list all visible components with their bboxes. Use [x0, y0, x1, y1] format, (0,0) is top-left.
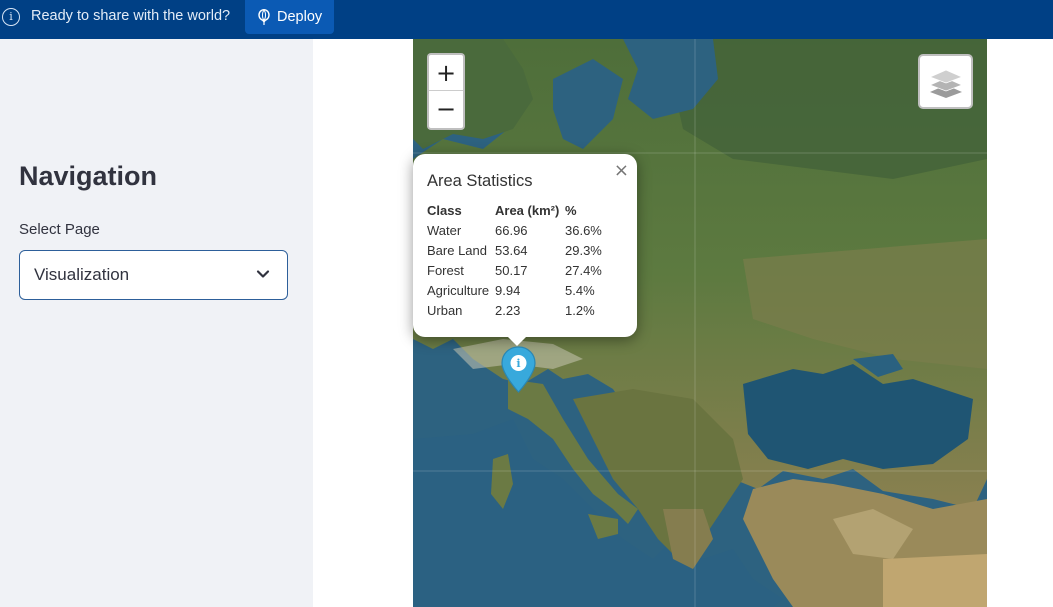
cell-class: Water	[427, 222, 462, 238]
table-row: Water 66.96 36.6%	[427, 220, 602, 240]
deploy-label: Deploy	[277, 9, 323, 25]
banner-message: Ready to share with the world?	[31, 8, 231, 24]
sidebar-title: Navigation	[19, 161, 158, 191]
cell-class: Urban	[427, 302, 463, 318]
header-area: Area (km²)	[495, 202, 560, 218]
cell-percent: 36.6%	[565, 222, 602, 238]
top-banner: i Ready to share with the world? Deploy	[0, 0, 1053, 39]
table-row: Urban 2.23 1.2%	[427, 300, 602, 320]
zoom-out-button[interactable]: −	[429, 91, 463, 127]
popup-close-button[interactable]: ×	[614, 160, 629, 181]
select-page-label: Select Page	[19, 221, 100, 238]
stats-table: Class Area (km²) % Water 66.96 36.6% Bar…	[427, 200, 602, 320]
header-class: Class	[427, 202, 462, 218]
deploy-button[interactable]: Deploy	[245, 0, 334, 34]
info-icon: i	[2, 8, 20, 26]
table-row: Agriculture 9.94 5.4%	[427, 280, 602, 300]
cell-area: 66.96	[495, 222, 528, 238]
balloon-icon	[258, 9, 270, 25]
svg-text:i: i	[516, 357, 520, 370]
cell-area: 53.64	[495, 242, 528, 258]
table-header-row: Class Area (km²) %	[427, 200, 602, 220]
cell-class: Forest	[427, 262, 464, 278]
area-statistics-popup: × Area Statistics Class Area (km²) % Wat…	[413, 154, 637, 337]
cell-area: 9.94	[495, 282, 521, 298]
table-row: Forest 50.17 27.4%	[427, 260, 602, 280]
zoom-in-button[interactable]: +	[429, 55, 463, 91]
popup-title: Area Statistics	[427, 172, 533, 190]
cell-class: Bare Land	[427, 242, 487, 258]
chevron-down-icon	[256, 270, 270, 278]
cell-class: Agriculture	[427, 282, 490, 298]
cell-percent: 27.4%	[565, 262, 602, 278]
zoom-control: + −	[427, 53, 465, 130]
sidebar: Navigation Select Page Visualization	[0, 39, 313, 607]
cell-percent: 29.3%	[565, 242, 602, 258]
info-marker-icon[interactable]: i	[500, 345, 537, 394]
page-select[interactable]: Visualization	[19, 250, 288, 300]
header-percent: %	[565, 202, 577, 218]
cell-percent: 1.2%	[565, 302, 595, 318]
cell-area: 50.17	[495, 262, 528, 278]
table-row: Bare Land 53.64 29.3%	[427, 240, 602, 260]
layers-control[interactable]	[918, 54, 973, 109]
cell-area: 2.23	[495, 302, 521, 318]
layers-icon	[928, 69, 963, 98]
cell-percent: 5.4%	[565, 282, 595, 298]
page-select-value: Visualization	[34, 265, 130, 284]
